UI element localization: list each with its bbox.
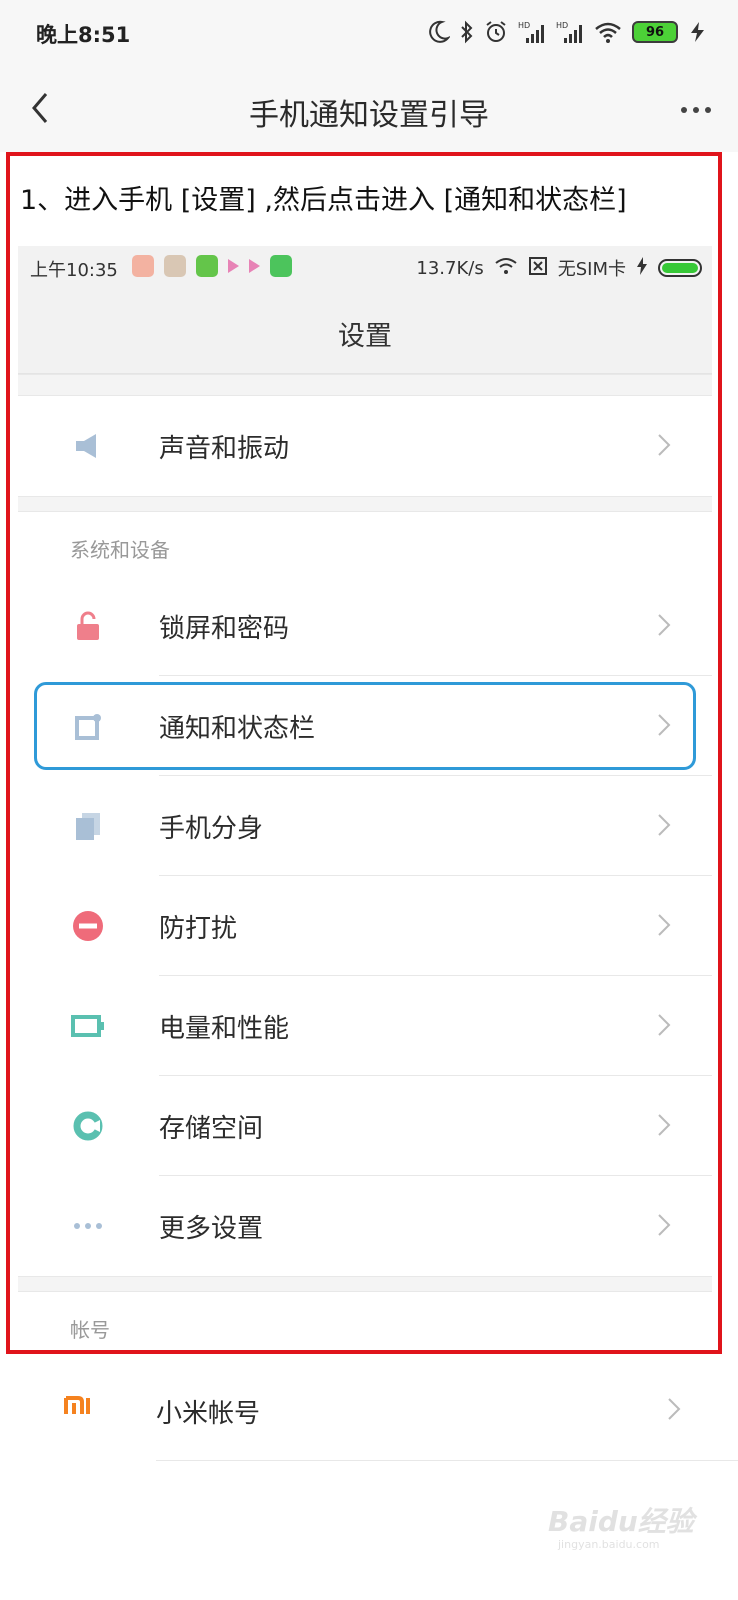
charging-icon xyxy=(688,18,708,46)
inner-status-right: 13.7K/s 无SIM卡 xyxy=(416,255,702,281)
play-icon xyxy=(249,259,260,273)
hd-signal-icon: HD xyxy=(518,18,546,46)
row-divider xyxy=(156,1460,738,1461)
settings-row-label: 声音和振动 xyxy=(159,434,290,464)
inner-status-time: 上午10:35 xyxy=(30,260,118,281)
status-bar: 晚上8:51 HD HD 96 xyxy=(0,0,738,66)
highlight-box xyxy=(34,682,696,770)
settings-row-label: 锁屏和密码 xyxy=(159,614,290,644)
more-dots-icon[interactable] xyxy=(680,100,712,113)
chevron-right-icon xyxy=(656,430,672,460)
chevron-right-icon xyxy=(656,910,672,940)
settings-row-label: 小米帐号 xyxy=(156,1399,261,1429)
svg-text:HD: HD xyxy=(556,21,568,30)
network-speed: 13.7K/s xyxy=(416,257,484,279)
battery-icon xyxy=(658,259,702,277)
sim-status: 无SIM卡 xyxy=(557,259,626,280)
settings-title: 设置 xyxy=(338,321,392,352)
charging-icon xyxy=(636,256,648,281)
chevron-right-icon xyxy=(656,1110,672,1140)
more-dots-icon xyxy=(68,1206,108,1246)
settings-title-bar: 设置 xyxy=(18,290,712,374)
battery-icon: 96 xyxy=(632,21,678,43)
guide-frame: 1、进入手机 [设置] ,然后点击进入 [通知和状态栏] 上午10:35 13.… xyxy=(6,152,722,1354)
section-gap xyxy=(18,496,712,512)
lock-icon xyxy=(68,606,108,646)
section-header-system: 系统和设备 xyxy=(18,512,712,576)
moon-icon xyxy=(428,18,450,46)
chevron-right-icon xyxy=(656,810,672,840)
settings-row-label: 电量和性能 xyxy=(159,1014,290,1044)
section-header-account: 帐号 xyxy=(18,1292,712,1350)
chevron-right-icon xyxy=(666,1394,682,1424)
settings-row-label: 防打扰 xyxy=(159,914,238,944)
svg-text:HD: HD xyxy=(518,21,530,30)
status-icons: HD HD 96 xyxy=(428,16,708,48)
chevron-right-icon xyxy=(656,610,672,640)
chevron-right-icon xyxy=(656,1210,672,1240)
watermark-brand: Baidu经验 xyxy=(548,1505,694,1538)
settings-row-sound[interactable]: 声音和振动 xyxy=(18,396,712,496)
settings-row-more[interactable]: 更多设置 xyxy=(18,1176,712,1276)
section-gap xyxy=(18,374,712,396)
baidu-watermark: Baidu经验 jingyan.baidu.com xyxy=(548,1490,698,1570)
title-bar: 手机通知设置引导 xyxy=(0,66,738,152)
chevron-right-icon xyxy=(656,1010,672,1040)
battery-icon xyxy=(68,1006,108,1046)
guide-screenshot: 上午10:35 13.7K/s 无SIM卡 设置 声音和振动 系统和设备 锁屏和… xyxy=(18,246,712,1350)
do-not-disturb-icon xyxy=(68,906,108,946)
settings-row-battery[interactable]: 电量和性能 xyxy=(18,976,712,1076)
app-cat-icon xyxy=(270,255,292,277)
hd-signal-icon: HD xyxy=(556,18,584,46)
section-title: 帐号 xyxy=(70,1318,110,1342)
status-time: 晚上8:51 xyxy=(36,23,131,47)
notification-app-icons xyxy=(132,255,292,277)
section-gap xyxy=(18,1276,712,1292)
storage-icon xyxy=(68,1106,108,1146)
section-title: 系统和设备 xyxy=(70,538,170,562)
page-title: 手机通知设置引导 xyxy=(249,98,489,133)
inner-status-bar: 上午10:35 13.7K/s 无SIM卡 xyxy=(18,246,712,290)
app-avatar-icon xyxy=(132,255,154,277)
wifi-icon xyxy=(494,256,518,281)
alarm-icon xyxy=(484,18,508,46)
settings-row-mi-account[interactable]: 小米帐号 xyxy=(0,1360,738,1460)
settings-row-lock[interactable]: 锁屏和密码 xyxy=(18,576,712,676)
watermark-url: jingyan.baidu.com xyxy=(558,1538,660,1551)
settings-row-storage[interactable]: 存储空间 xyxy=(18,1076,712,1176)
settings-row-label: 存储空间 xyxy=(159,1114,264,1144)
settings-row-label: 更多设置 xyxy=(159,1214,264,1244)
bluetooth-icon xyxy=(460,18,474,46)
no-sim-icon xyxy=(528,256,548,281)
settings-row-label: 手机分身 xyxy=(159,814,264,844)
speaker-icon xyxy=(68,426,108,466)
wifi-icon xyxy=(594,18,622,46)
clone-icon xyxy=(68,806,108,846)
settings-row-second-space[interactable]: 手机分身 xyxy=(18,776,712,876)
mi-logo-icon xyxy=(64,1390,104,1430)
play-icon xyxy=(228,259,239,273)
app-sim-icon xyxy=(196,255,218,277)
settings-row-dnd[interactable]: 防打扰 xyxy=(18,876,712,976)
step-text: 1、进入手机 [设置] ,然后点击进入 [通知和状态栏] xyxy=(20,185,627,216)
app-avatar-icon xyxy=(164,255,186,277)
